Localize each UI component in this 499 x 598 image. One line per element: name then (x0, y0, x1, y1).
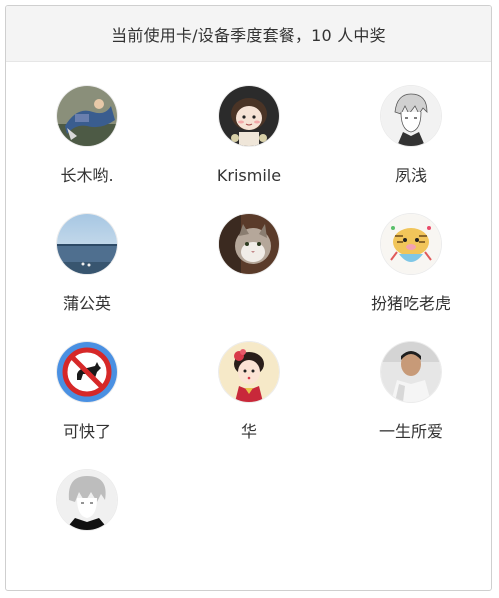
cat-avatar[interactable] (219, 214, 279, 274)
winner-name: 一生所爱 (378, 422, 443, 441)
no-dogs-sign-avatar[interactable] (57, 342, 117, 402)
winner-name: 长木哟. (60, 166, 114, 185)
man-on-rocks-avatar[interactable] (57, 86, 117, 146)
winners-card: 当前使用卡/设备季度套餐，10 人中奖 长木哟. Krismile 夙浅 蒲公英… (5, 5, 492, 591)
manga-boy-avatar[interactable] (381, 86, 441, 146)
winner-name: 夙浅 (394, 166, 427, 185)
winner-name: 蒲公英 (62, 294, 111, 313)
winner-item[interactable]: 可快了 (12, 342, 162, 442)
cartoon-girl-avatar[interactable] (219, 86, 279, 146)
winner-item[interactable]: 扮猪吃老虎 (336, 214, 486, 314)
winner-item[interactable]: 华 (174, 342, 324, 442)
winner-item[interactable]: 一生所爱 (336, 342, 486, 442)
anime-boy-avatar[interactable] (57, 470, 117, 530)
winner-item[interactable]: 蒲公英 (12, 214, 162, 314)
winner-item[interactable]: Krismile (174, 86, 324, 186)
header-title: 当前使用卡/设备季度套餐，10 人中奖 (111, 25, 386, 45)
man-selfie-avatar[interactable] (381, 342, 441, 402)
winner-name: 华 (240, 422, 257, 441)
winner-name: Krismile (216, 166, 282, 185)
header-bar: 当前使用卡/设备季度套餐，10 人中奖 (6, 6, 491, 62)
winner-item[interactable]: 长木哟. (12, 86, 162, 186)
chinese-doll-avatar[interactable] (219, 342, 279, 402)
seaside-avatar[interactable] (57, 214, 117, 274)
winner-item[interactable] (12, 470, 162, 550)
winner-item[interactable]: 夙浅 (336, 86, 486, 186)
pig-tiger-avatar[interactable] (381, 214, 441, 274)
winner-name: 可快了 (62, 422, 111, 441)
winner-name: 扮猪吃老虎 (370, 294, 451, 313)
winners-grid: 长木哟. Krismile 夙浅 蒲公英 扮猪吃老虎 可快了 华 一生所爱 (6, 62, 491, 590)
winner-item[interactable] (174, 214, 324, 294)
